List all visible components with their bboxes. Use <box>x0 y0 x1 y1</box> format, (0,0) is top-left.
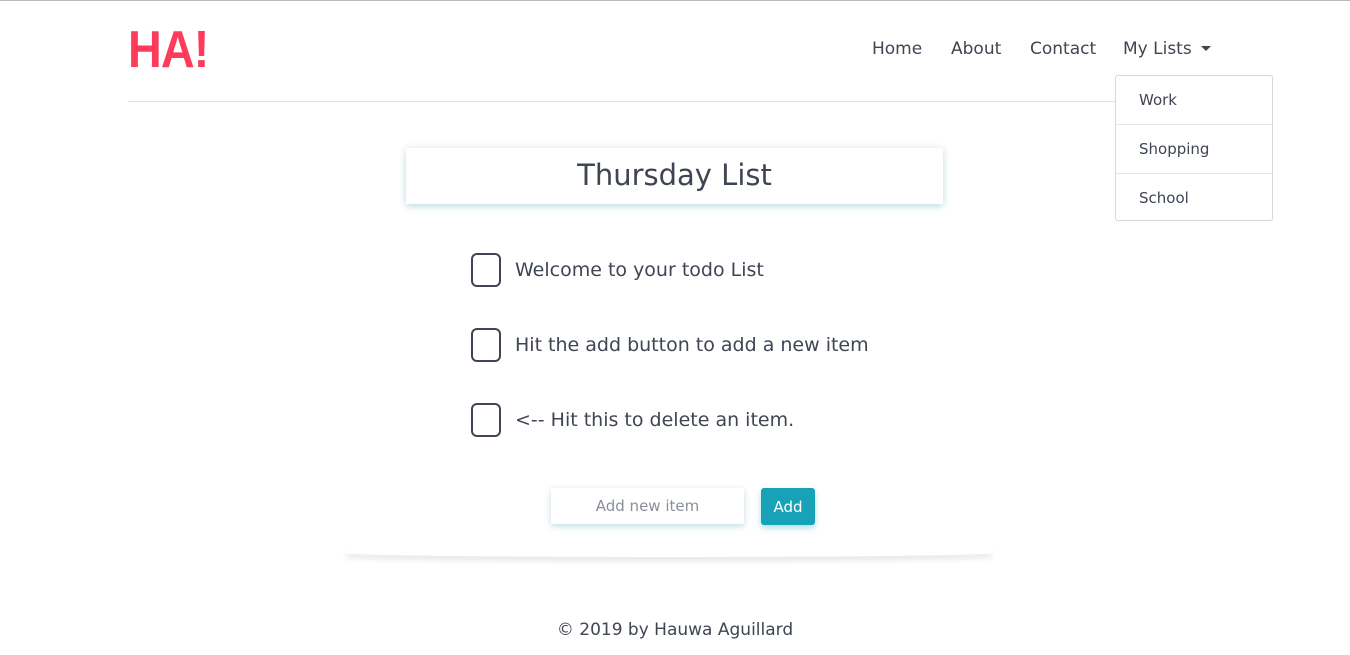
add-item-button[interactable]: Add <box>761 488 815 525</box>
list-title: Thursday List <box>406 148 943 204</box>
top-nav: Home About Contact My Lists <box>0 39 1350 63</box>
my-lists-dropdown-menu: Work Shopping School <box>1115 75 1273 221</box>
caret-down-icon <box>1200 46 1211 51</box>
todo-item: Hit the add button to add a new item <box>471 328 891 365</box>
todo-item: <-- Hit this to delete an item. <box>471 403 891 440</box>
dropdown-item-work[interactable]: Work <box>1116 76 1272 125</box>
todo-item-text: Welcome to your todo List <box>515 259 764 281</box>
header-divider <box>128 101 1128 102</box>
nav-my-lists-label: My Lists <box>1123 39 1192 59</box>
nav-link-contact[interactable]: Contact <box>1030 39 1096 59</box>
dropdown-item-shopping[interactable]: Shopping <box>1116 125 1272 174</box>
todo-item-text: Hit the add button to add a new item <box>515 334 869 356</box>
footer-copyright: © 2019 by Hauwa Aguillard <box>556 620 794 640</box>
todo-checkbox[interactable] <box>471 328 501 362</box>
new-item-input[interactable] <box>551 488 744 524</box>
nav-link-home[interactable]: Home <box>872 39 922 59</box>
dropdown-item-school[interactable]: School <box>1116 174 1272 223</box>
list-card-shadow <box>346 549 992 557</box>
todo-checkbox[interactable] <box>471 253 501 287</box>
nav-link-about[interactable]: About <box>951 39 1001 59</box>
todo-checkbox[interactable] <box>471 403 501 437</box>
page: HA! Home About Contact My Lists Work Sho… <box>0 0 1350 655</box>
todo-item-text: <-- Hit this to delete an item. <box>515 409 795 431</box>
nav-dropdown-my-lists[interactable]: My Lists <box>1123 39 1211 59</box>
todo-item: Welcome to your todo List <box>471 253 891 290</box>
